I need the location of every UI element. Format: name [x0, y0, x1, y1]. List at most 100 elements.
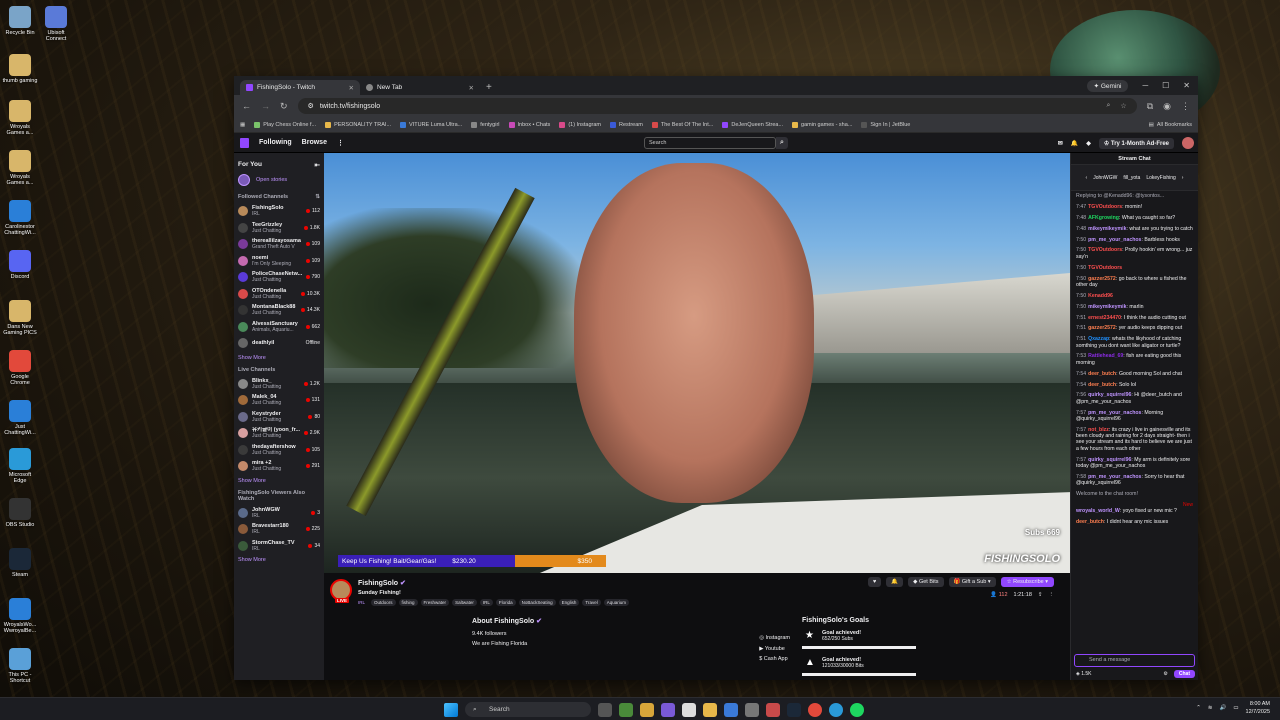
- prev-icon[interactable]: ‹: [1086, 175, 1088, 181]
- category-link[interactable]: IRL: [358, 599, 368, 606]
- new-tab-button[interactable]: +: [486, 80, 492, 95]
- chat-username[interactable]: gazzer2572: [1088, 276, 1116, 282]
- site-info-icon[interactable]: ⚙: [308, 102, 314, 110]
- bookmark-item[interactable]: Sign In | JetBlue: [861, 121, 910, 128]
- chat-username[interactable]: deer_butch: [1088, 371, 1116, 377]
- settings-app-icon[interactable]: [745, 702, 759, 717]
- reload-icon[interactable]: ↻: [280, 101, 288, 112]
- sidebar-channel[interactable]: mira +2 Just Chatting 291: [238, 458, 320, 475]
- profile-icon[interactable]: ◉: [1163, 101, 1171, 112]
- channel-points[interactable]: ◈ 1.5K: [1076, 671, 1092, 677]
- twitch-search-icon[interactable]: ⌕: [776, 137, 788, 149]
- notepad-icon[interactable]: [682, 702, 696, 717]
- sidebar-channel[interactable]: PoliceChaseNetw... Just Chatting 790: [238, 269, 320, 286]
- chat-username[interactable]: ernest234470: [1088, 315, 1121, 321]
- desktop-icon[interactable]: Wroyals Games a...: [2, 150, 38, 186]
- volume-icon[interactable]: 🔊: [1219, 705, 1226, 711]
- chat-username[interactable]: mikeymikeymik: [1088, 304, 1126, 310]
- heart-button[interactable]: ♥: [868, 577, 882, 587]
- stream-tag[interactable]: IRL: [479, 599, 493, 606]
- desktop-icon[interactable]: Carolinestor ChattingWi...: [2, 200, 38, 236]
- minimize-button[interactable]: ─: [1142, 81, 1148, 90]
- close-tab-icon[interactable]: ✕: [469, 84, 474, 92]
- streamer-name[interactable]: FishingSolo ✔: [358, 579, 406, 587]
- chat-username[interactable]: gazzer2572: [1088, 325, 1116, 331]
- chat-username[interactable]: Qxazzap: [1088, 336, 1109, 342]
- user-avatar[interactable]: [1182, 137, 1194, 149]
- gemini-button[interactable]: ✦ Gemini: [1086, 79, 1129, 92]
- app-icon[interactable]: [619, 702, 633, 717]
- tray-chevron-icon[interactable]: ⌃: [1196, 705, 1201, 711]
- extensions-icon[interactable]: ⧉: [1147, 101, 1153, 112]
- desktop-icon[interactable]: thumb gaming: [2, 54, 38, 84]
- desktop-icon[interactable]: Microsoft Edge: [2, 448, 38, 484]
- sort-icon[interactable]: ⇅: [315, 194, 320, 200]
- more-icon[interactable]: ⋮: [337, 139, 344, 147]
- chat-username[interactable]: quirky_squirrel96: [1088, 457, 1131, 463]
- video-player[interactable]: Keep Us Fishing! Bait/Gear/Gas! $230.20 …: [324, 153, 1070, 573]
- wifi-icon[interactable]: ≋: [1208, 705, 1213, 711]
- chat-username[interactable]: TGVOutdoors: [1088, 247, 1122, 253]
- desktop-icon[interactable]: Dans New Gaming PICS: [2, 300, 38, 336]
- sidebar-channel[interactable]: MontanaBlack88 Just Chatting 14.3K: [238, 302, 320, 319]
- bookmark-item[interactable]: Inbox • Chats: [508, 121, 550, 128]
- stream-tag[interactable]: English: [558, 599, 580, 606]
- chat-username[interactable]: TGVOutdoors: [1088, 204, 1122, 210]
- chat-username[interactable]: deer_butch: [1076, 519, 1104, 525]
- chat-username[interactable]: wroyals_world_W: [1076, 508, 1120, 514]
- desktop-icon[interactable]: This PC - Shortcut: [2, 648, 38, 684]
- bookmark-star-icon[interactable]: ☆: [1120, 102, 1126, 110]
- bookmark-item[interactable]: DeJenQueen Strea...: [722, 121, 783, 128]
- resubscribe-button[interactable]: ☆ Resubscribe ▾: [1000, 577, 1054, 587]
- next-icon[interactable]: ›: [1182, 175, 1184, 181]
- stream-tag[interactable]: Florida: [495, 599, 516, 606]
- taskbar-search[interactable]: Search: [465, 702, 591, 717]
- sidebar-channel[interactable]: Blinkx_ Just Chatting 1.2K: [238, 376, 320, 393]
- nav-browse[interactable]: Browse: [302, 139, 327, 146]
- stream-tag[interactable]: NoBackSeating: [518, 599, 556, 606]
- battery-icon[interactable]: ▭: [1233, 705, 1238, 711]
- twitch-logo-icon[interactable]: [240, 137, 249, 148]
- chat-username[interactable]: mikeymikeymik: [1088, 226, 1126, 232]
- close-window-button[interactable]: ✕: [1183, 81, 1190, 90]
- maximize-button[interactable]: ☐: [1162, 81, 1169, 90]
- bookmark-item[interactable]: PERSONALITY TRAI...: [325, 121, 391, 128]
- get-bits-button[interactable]: ◆ Get Bits: [908, 577, 944, 587]
- ad-free-button[interactable]: ♔ Try 1-Month Ad-Free: [1098, 137, 1174, 149]
- sidebar-channel[interactable]: JohnWGW IRL 3: [238, 505, 320, 522]
- show-more-also[interactable]: Show More: [238, 557, 320, 563]
- bookmark-item[interactable]: (1) Instagram: [559, 121, 601, 128]
- open-stories[interactable]: Open stories: [238, 172, 320, 188]
- address-bar[interactable]: ⚙ twitch.tv/fishingsolo ⌕ ☆: [297, 98, 1137, 114]
- collapse-icon[interactable]: ⇤: [315, 161, 320, 169]
- sidebar-channel[interactable]: StormChase_TV IRL 34: [238, 538, 320, 555]
- task-view-icon[interactable]: [598, 702, 612, 717]
- spotify-icon[interactable]: [850, 702, 864, 717]
- sidebar-channel[interactable]: thereallilzayosama Grand Theft Auto V 109: [238, 236, 320, 253]
- edge-icon[interactable]: [829, 702, 843, 717]
- sidebar-channel[interactable]: FishingSolo IRL 112: [238, 203, 320, 220]
- more-options-icon[interactable]: ⋮: [1049, 592, 1055, 598]
- start-button[interactable]: [444, 702, 458, 717]
- menu-icon[interactable]: ⋮: [1181, 101, 1190, 112]
- inbox-icon[interactable]: ✉: [1058, 140, 1063, 147]
- app-icon[interactable]: [640, 702, 654, 717]
- sidebar-channel[interactable]: AlvessiSanctuary Animals, Aquariu... 662: [238, 319, 320, 336]
- chat-username[interactable]: pm_me_your_nachos: [1088, 410, 1141, 416]
- chat-username[interactable]: deer_butch: [1088, 382, 1116, 388]
- chrome-icon[interactable]: [808, 702, 822, 717]
- app-icon[interactable]: [766, 702, 780, 717]
- chat-username[interactable]: quirky_squirrel96: [1088, 392, 1131, 398]
- forward-icon[interactable]: →: [261, 101, 270, 111]
- show-more-followed[interactable]: Show More: [238, 355, 320, 361]
- sidebar-channel[interactable]: Bravestarr180 IRL 225: [238, 521, 320, 538]
- sidebar-channel[interactable]: 유키글이 (yoon_fr... Just Chatting 2.9K: [238, 425, 320, 442]
- nav-following[interactable]: Following: [259, 139, 292, 146]
- chat-username[interactable]: Rattlehead_69: [1088, 353, 1123, 359]
- gift-sub-button[interactable]: 🎁 Gift a Sub ▾: [948, 577, 996, 587]
- sidebar-channel[interactable]: noemi I'm Only Sleeping 109: [238, 253, 320, 270]
- bookmark-item[interactable]: The Best Of The Int...: [651, 121, 713, 128]
- back-icon[interactable]: ←: [242, 101, 251, 111]
- notify-button[interactable]: 🔔: [886, 577, 904, 587]
- stream-tag[interactable]: Travel: [582, 599, 601, 606]
